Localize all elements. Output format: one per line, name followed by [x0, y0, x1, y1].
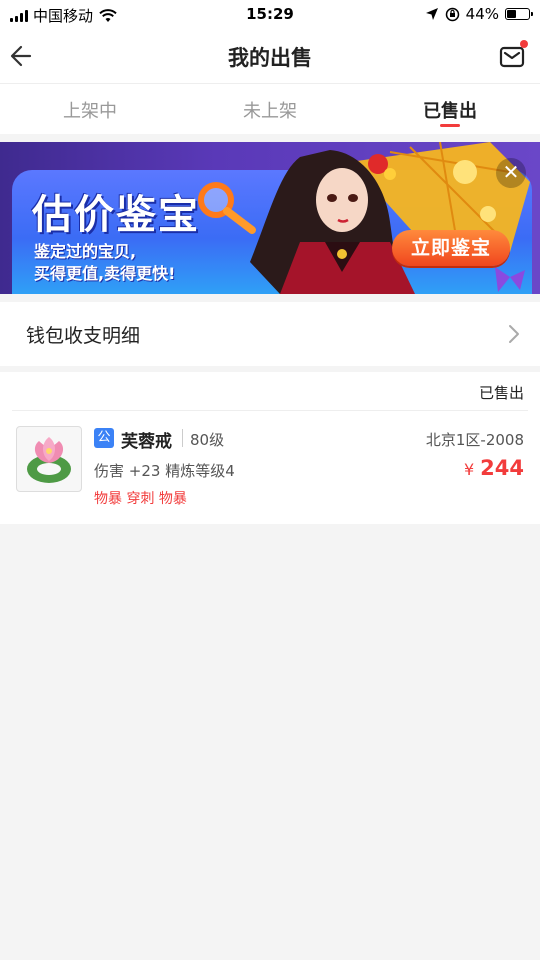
- tab-listed[interactable]: 上架中: [0, 84, 180, 134]
- item-price: ¥244: [464, 456, 524, 480]
- name-separator: [182, 429, 183, 447]
- notification-dot: [520, 40, 528, 48]
- divider: [12, 410, 528, 411]
- battery-fill: [507, 10, 517, 18]
- chevron-right-icon: [509, 325, 519, 343]
- item-name: 芙蓉戒: [121, 432, 172, 452]
- nav-bar: 我的出售: [0, 28, 540, 84]
- item-server: 北京1区-2008: [425, 431, 524, 449]
- character-illustration: [250, 142, 530, 294]
- battery-percent: 44%: [465, 5, 499, 23]
- wallet-details-label: 钱包收支明细: [26, 325, 141, 347]
- item-level: 80级: [190, 431, 225, 449]
- promo-banner[interactable]: 估价鉴宝 鉴定过的宝贝, 买得更值,卖得更快! 立即鉴宝 ✕: [0, 142, 540, 294]
- item-tags: 物暴 穿刺 物暴: [94, 491, 187, 507]
- wallet-details-row[interactable]: 钱包收支明细: [0, 302, 540, 366]
- price-value: 244: [480, 456, 524, 480]
- item-thumbnail[interactable]: [16, 426, 82, 492]
- item-attributes: 伤害 +23 精炼等级4: [94, 462, 235, 480]
- tab-sold[interactable]: 已售出: [360, 84, 540, 134]
- banner-subtitle-1: 鉴定过的宝贝,: [34, 242, 137, 261]
- status-bar: 中国移动 15:29 44%: [0, 0, 540, 28]
- page-title: 我的出售: [228, 46, 312, 70]
- tab-unlisted[interactable]: 未上架: [180, 84, 360, 134]
- official-badge: 公: [94, 428, 114, 448]
- orientation-lock-icon: [445, 7, 459, 21]
- order-status: 已售出: [478, 384, 524, 402]
- banner-subtitle-2: 买得更值,卖得更快!: [34, 264, 176, 283]
- location-icon: [425, 8, 438, 20]
- sold-item-card[interactable]: 已售出 公 芙蓉戒 80级 北京1区-2008 伤害 +23 精炼等级4 ¥24…: [0, 372, 540, 524]
- status-right: 44%: [425, 5, 533, 23]
- currency-symbol: ¥: [463, 460, 475, 479]
- appraise-now-button[interactable]: 立即鉴宝: [392, 230, 510, 266]
- tab-bar: 上架中 未上架 已售出: [0, 84, 540, 134]
- banner-title: 估价鉴宝: [32, 192, 200, 238]
- close-icon[interactable]: ✕: [496, 158, 526, 188]
- lotus-ring-icon: [27, 437, 71, 483]
- battery-icon: [505, 8, 533, 20]
